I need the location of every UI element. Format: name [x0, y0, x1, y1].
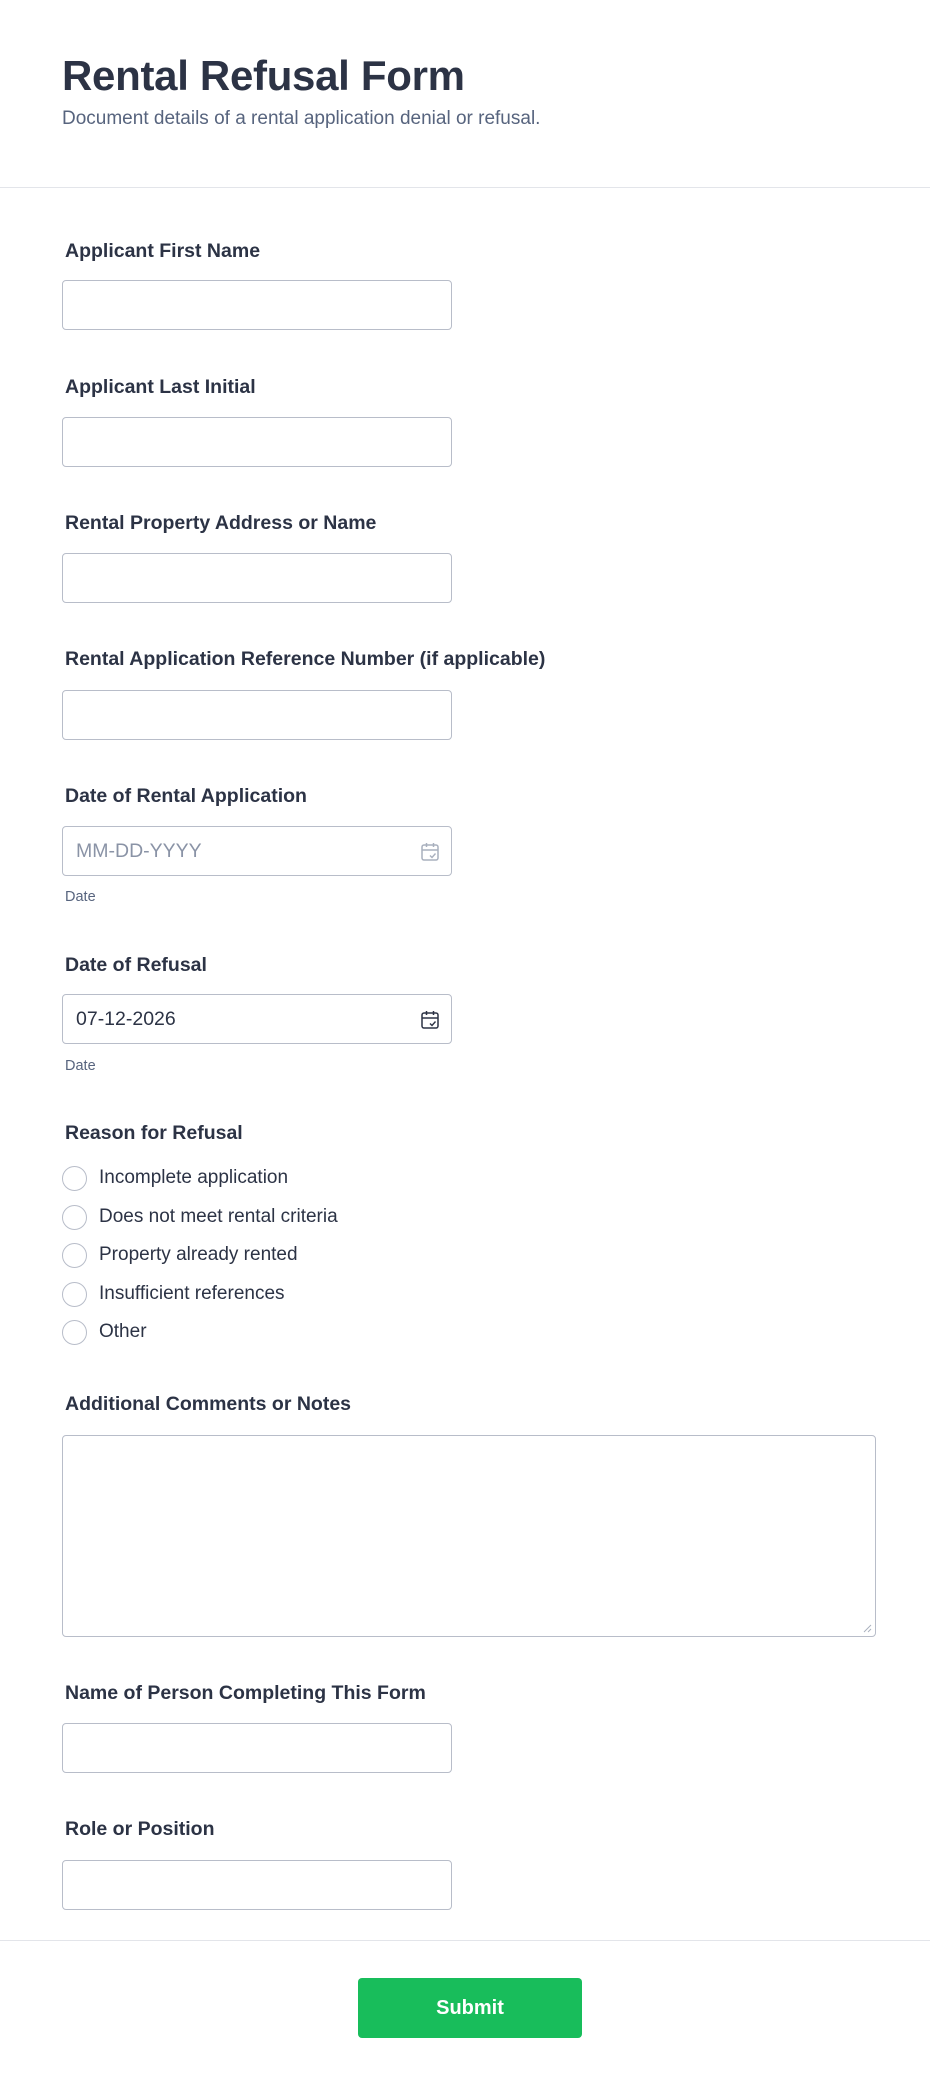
property-label: Rental Property Address or Name: [65, 512, 377, 534]
radio-button[interactable]: [62, 1320, 87, 1345]
radio-does-not-meet-criteria[interactable]: Does not meet rental criteria: [62, 1203, 482, 1231]
form-header: Rental Refusal Form Document details of …: [0, 0, 930, 188]
radio-property-already-rented[interactable]: Property already rented: [62, 1241, 482, 1269]
completed-by-label: Name of Person Completing This Form: [65, 1682, 426, 1704]
application-date-sublabel: Date: [65, 889, 96, 905]
page-subtitle: Document details of a rental application…: [62, 108, 541, 129]
radio-incomplete-application[interactable]: Incomplete application: [62, 1164, 482, 1192]
last-initial-input[interactable]: [62, 417, 452, 467]
property-input[interactable]: [62, 553, 452, 603]
reference-label: Rental Application Reference Number (if …: [65, 648, 546, 670]
radio-button[interactable]: [62, 1243, 87, 1268]
radio-label: Insufficient references: [99, 1283, 285, 1304]
radio-button[interactable]: [62, 1166, 87, 1191]
comments-textarea[interactable]: [62, 1435, 876, 1637]
completed-by-input[interactable]: [62, 1723, 452, 1773]
last-initial-label: Applicant Last Initial: [65, 376, 256, 398]
first-name-input[interactable]: [62, 280, 452, 330]
radio-label: Does not meet rental criteria: [99, 1206, 338, 1227]
radio-insufficient-references[interactable]: Insufficient references: [62, 1280, 482, 1308]
calendar-icon[interactable]: [421, 1010, 439, 1029]
radio-label: Property already rented: [99, 1244, 298, 1265]
radio-label: Incomplete application: [99, 1167, 289, 1188]
form-footer: Submit: [0, 1940, 930, 2087]
role-label: Role or Position: [65, 1818, 215, 1840]
reference-input[interactable]: [62, 690, 452, 740]
page-title: Rental Refusal Form: [62, 52, 465, 99]
refusal-date-label: Date of Refusal: [65, 954, 207, 976]
calendar-icon[interactable]: [421, 842, 439, 861]
refusal-date-value: 07-12-2026: [76, 1008, 176, 1030]
comments-label: Additional Comments or Notes: [65, 1393, 352, 1415]
first-name-label: Applicant First Name: [65, 240, 261, 262]
submit-button[interactable]: Submit: [358, 1978, 582, 2038]
resize-handle-icon[interactable]: [862, 1623, 872, 1633]
radio-other[interactable]: Other: [62, 1318, 482, 1346]
role-input[interactable]: [62, 1860, 452, 1910]
application-date-placeholder: MM-DD-YYYY: [76, 840, 202, 862]
reason-label: Reason for Refusal: [65, 1122, 243, 1144]
refusal-date-sublabel: Date: [65, 1058, 96, 1074]
radio-label: Other: [99, 1321, 147, 1342]
radio-button[interactable]: [62, 1205, 87, 1230]
application-date-input[interactable]: MM-DD-YYYY: [62, 826, 452, 876]
refusal-date-input[interactable]: 07-12-2026: [62, 994, 452, 1044]
radio-button[interactable]: [62, 1282, 87, 1307]
application-date-label: Date of Rental Application: [65, 785, 307, 807]
